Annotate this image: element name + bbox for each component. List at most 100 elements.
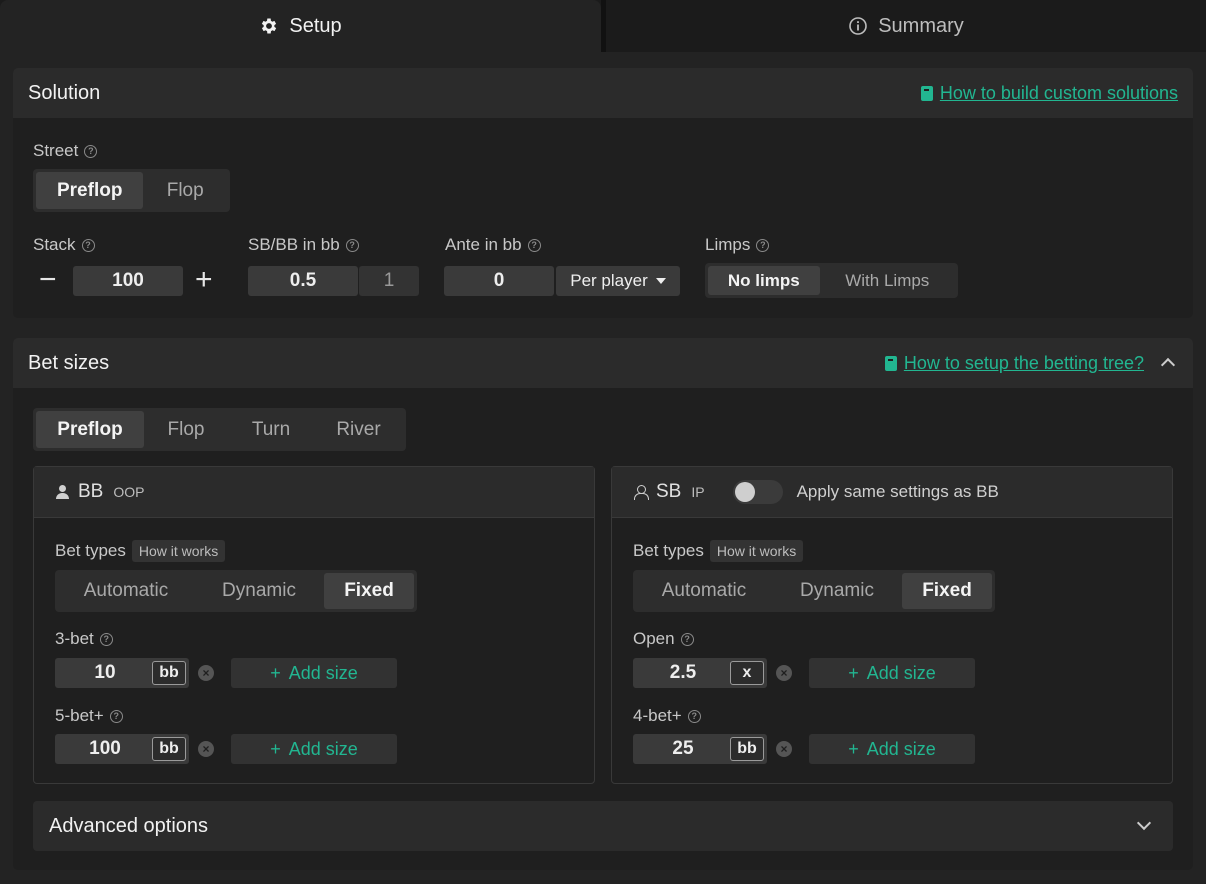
stack-label-text: Stack <box>33 235 76 254</box>
player-name: SB <box>656 481 682 502</box>
size-unit-toggle[interactable]: bb <box>152 661 186 685</box>
bet-type-selector: Automatic Dynamic Fixed <box>633 570 995 612</box>
how-it-works-chip[interactable]: How it works <box>131 540 226 562</box>
size-input[interactable]: 100 bb <box>55 734 189 764</box>
limps-label: Limps ? <box>705 235 770 255</box>
bet-type-automatic[interactable]: Automatic <box>58 573 194 609</box>
size-input[interactable]: 2.5 x <box>633 658 767 688</box>
ante-mode-value: Per player <box>570 271 648 290</box>
tab-summary[interactable]: Summary <box>606 0 1206 52</box>
size-unit-toggle[interactable]: bb <box>152 737 186 761</box>
bet-type-fixed[interactable]: Fixed <box>324 573 414 609</box>
gear-icon <box>262 18 277 34</box>
plus-icon: + <box>848 662 859 683</box>
apply-same-toggle[interactable] <box>732 480 783 504</box>
betting-tree-link[interactable]: How to setup the betting tree? <box>884 353 1144 374</box>
bet-street-turn[interactable]: Turn <box>228 411 314 448</box>
stack-increment-button[interactable]: + <box>195 265 213 295</box>
size-row-label: 3-bet ? <box>55 629 113 649</box>
size-row-label-text: Open <box>633 629 675 648</box>
bet-street-river[interactable]: River <box>314 411 403 448</box>
top-tabs: Setup Summary <box>0 0 1206 52</box>
tab-setup[interactable]: Setup <box>0 0 601 52</box>
limps-option-no-limps[interactable]: No limps <box>708 266 820 295</box>
bet-sizes-header[interactable]: Bet sizes How to setup the betting tree? <box>13 338 1193 388</box>
add-size-button[interactable]: + Add size <box>231 734 397 764</box>
help-icon[interactable]: ? <box>99 632 113 646</box>
custom-solutions-link-text: How to build custom solutions <box>939 82 1178 103</box>
clear-icon[interactable]: × <box>198 741 214 757</box>
player-card-bb: BB OOP Bet types How it works Automatic … <box>33 466 595 784</box>
bet-street-flop[interactable]: Flop <box>144 411 228 448</box>
help-icon[interactable]: ? <box>81 238 95 252</box>
help-icon[interactable]: ? <box>345 238 359 252</box>
advanced-options-toggle[interactable]: Advanced options <box>33 801 1173 851</box>
clear-icon[interactable]: × <box>776 741 792 757</box>
stack-label: Stack ? <box>33 235 95 255</box>
collapse-button[interactable] <box>1158 353 1178 373</box>
ante-input[interactable]: 0 <box>444 266 554 296</box>
street-selector: Preflop Flop <box>33 169 230 212</box>
size-unit-toggle[interactable]: bb <box>730 737 764 761</box>
sb-input[interactable]: 0.5 <box>248 266 358 296</box>
bet-sizes-title: Bet sizes <box>28 351 110 374</box>
help-icon[interactable]: ? <box>756 238 770 252</box>
add-size-button[interactable]: + Add size <box>809 658 975 688</box>
street-option-preflop[interactable]: Preflop <box>36 172 144 209</box>
size-input[interactable]: 10 bb <box>55 658 189 688</box>
help-icon[interactable]: ? <box>109 709 123 723</box>
ante-label-text: Ante in bb <box>445 235 522 254</box>
size-row-label: Open ? <box>633 629 694 649</box>
bet-type-dynamic[interactable]: Dynamic <box>194 573 324 609</box>
ante-label: Ante in bb ? <box>445 235 541 255</box>
player-card-sb: SB IP Apply same settings as BB Bet type… <box>611 466 1173 784</box>
toggle-knob <box>734 482 755 502</box>
ante-mode-dropdown[interactable]: Per player <box>556 266 680 296</box>
bet-type-fixed[interactable]: Fixed <box>902 573 992 609</box>
add-size-button[interactable]: + Add size <box>231 658 397 688</box>
player-header-bb: BB OOP <box>34 467 594 518</box>
plus-icon: + <box>270 738 281 759</box>
sbbb-label-text: SB/BB in bb <box>248 235 340 254</box>
bet-type-selector: Automatic Dynamic Fixed <box>55 570 417 612</box>
caret-down-icon <box>655 278 666 284</box>
add-size-button[interactable]: + Add size <box>809 734 975 764</box>
add-size-label: Add size <box>866 662 936 683</box>
street-option-flop[interactable]: Flop <box>143 172 227 209</box>
size-value: 10 <box>94 662 116 683</box>
tab-setup-label: Setup <box>289 14 342 37</box>
user-icon <box>56 485 70 499</box>
limps-option-with-limps[interactable]: With Limps <box>820 266 955 295</box>
stack-decrement-button[interactable]: − <box>39 265 57 295</box>
clear-icon[interactable]: × <box>776 665 792 681</box>
bet-sizes-header-actions: How to setup the betting tree? <box>884 353 1178 374</box>
sbbb-label: SB/BB in bb ? <box>248 235 359 255</box>
help-icon[interactable]: ? <box>527 238 541 252</box>
player-name: BB <box>78 481 104 502</box>
plus-icon: + <box>848 738 859 759</box>
bb-value: 1 <box>359 266 419 296</box>
size-input[interactable]: 25 bb <box>633 734 767 764</box>
add-size-label: Add size <box>288 738 358 759</box>
limps-label-text: Limps <box>705 235 751 254</box>
help-icon[interactable]: ? <box>84 144 98 158</box>
book-icon <box>884 355 897 371</box>
book-icon <box>920 85 933 101</box>
size-unit-toggle[interactable]: x <box>730 661 764 685</box>
add-size-label: Add size <box>866 738 936 759</box>
stack-input[interactable]: 100 <box>73 266 183 296</box>
bet-street-preflop[interactable]: Preflop <box>36 411 144 448</box>
custom-solutions-link[interactable]: How to build custom solutions <box>920 82 1178 104</box>
size-row-label-text: 4-bet+ <box>633 706 682 725</box>
help-icon[interactable]: ? <box>680 632 694 646</box>
size-row-label: 4-bet+ ? <box>633 706 701 726</box>
help-icon[interactable]: ? <box>687 709 701 723</box>
clear-icon[interactable]: × <box>198 665 214 681</box>
street-label-text: Street <box>33 141 79 160</box>
bet-types-label: Bet types How it works <box>55 540 226 562</box>
bet-types-label-text: Bet types <box>633 541 704 560</box>
bet-type-dynamic[interactable]: Dynamic <box>772 573 902 609</box>
how-it-works-chip[interactable]: How it works <box>709 540 804 562</box>
bet-types-label: Bet types How it works <box>633 540 804 562</box>
bet-type-automatic[interactable]: Automatic <box>636 573 772 609</box>
